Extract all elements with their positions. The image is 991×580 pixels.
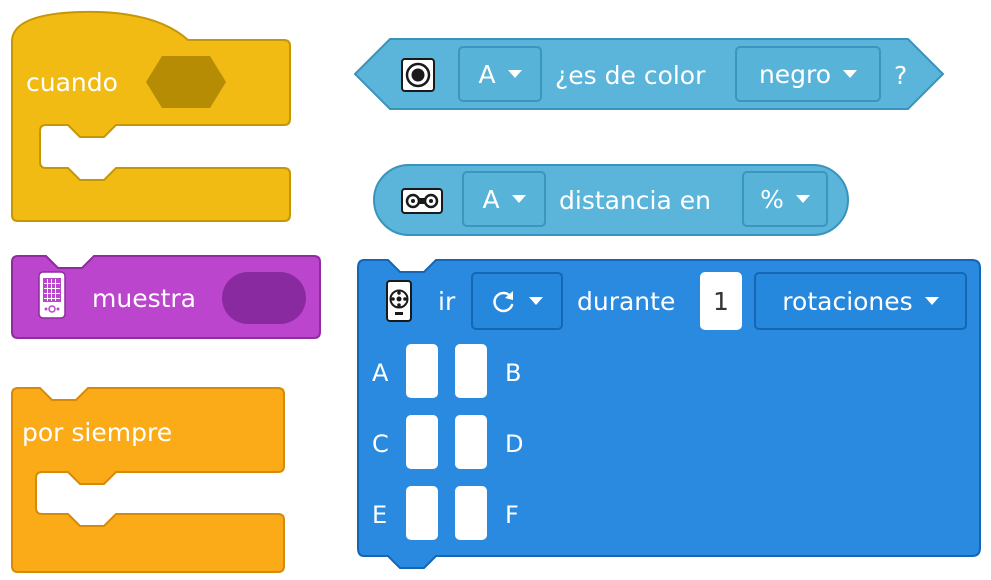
color-sensor-icon xyxy=(401,58,435,92)
display-label: muestra xyxy=(92,284,197,313)
forever-block[interactable]: por siempre xyxy=(0,380,300,580)
chevron-down-icon xyxy=(795,195,810,203)
port-switch-b[interactable] xyxy=(455,344,487,398)
motor-block[interactable]: ir durante 1 rotaciones A B C D E F xyxy=(350,250,991,580)
port-switch-e[interactable] xyxy=(406,486,438,540)
distance-sensor-icon xyxy=(401,188,443,214)
chevron-down-icon xyxy=(529,297,543,305)
value-slot[interactable] xyxy=(222,272,306,324)
is-color-label: ¿es de color xyxy=(555,61,706,90)
condition-slot[interactable] xyxy=(146,56,226,108)
port-label-b: B xyxy=(505,359,522,387)
distance-label: distancia en xyxy=(559,186,711,215)
motor-icon xyxy=(386,280,412,322)
go-label: ir xyxy=(438,287,456,316)
port-switch-d[interactable] xyxy=(455,415,487,469)
color-value: negro xyxy=(758,59,832,89)
unit-value: rotaciones xyxy=(782,286,913,316)
port-dropdown[interactable]: A xyxy=(458,46,542,102)
when-block-shape xyxy=(11,10,291,222)
port-switch-f[interactable] xyxy=(455,486,487,540)
port-switch-a[interactable] xyxy=(406,344,438,398)
port-value: A xyxy=(478,59,496,89)
chevron-down-icon xyxy=(511,195,526,203)
forever-block-shape xyxy=(11,387,285,573)
unit-dropdown[interactable]: rotaciones xyxy=(754,272,967,330)
chevron-down-icon xyxy=(924,297,939,305)
port-switch-c[interactable] xyxy=(406,415,438,469)
during-label: durante xyxy=(577,287,676,316)
direction-dropdown[interactable] xyxy=(471,272,563,330)
amount-input[interactable]: 1 xyxy=(700,272,742,330)
when-label: cuando xyxy=(26,68,118,97)
unit-dropdown[interactable]: % xyxy=(742,171,828,227)
when-block[interactable]: cuando xyxy=(0,0,300,230)
port-label-c: C xyxy=(372,430,389,458)
display-block[interactable]: muestra xyxy=(0,250,330,350)
light-matrix-icon xyxy=(38,271,66,319)
distance-block[interactable]: A distancia en % xyxy=(372,163,852,239)
chevron-down-icon xyxy=(843,70,858,78)
port-dropdown[interactable]: A xyxy=(462,171,546,227)
chevron-down-icon xyxy=(507,70,522,78)
question-mark: ? xyxy=(894,61,908,90)
color-sensor-block[interactable]: A ¿es de color negro ? xyxy=(352,36,948,116)
color-dropdown[interactable]: negro xyxy=(735,46,881,102)
unit-value: % xyxy=(760,184,784,214)
forever-label: por siempre xyxy=(22,418,173,447)
port-label-e: E xyxy=(372,501,388,529)
rotate-clockwise-icon xyxy=(491,288,517,314)
port-label-f: F xyxy=(505,501,519,529)
port-value: A xyxy=(482,184,500,214)
port-label-a: A xyxy=(372,359,389,387)
port-label-d: D xyxy=(505,430,524,458)
